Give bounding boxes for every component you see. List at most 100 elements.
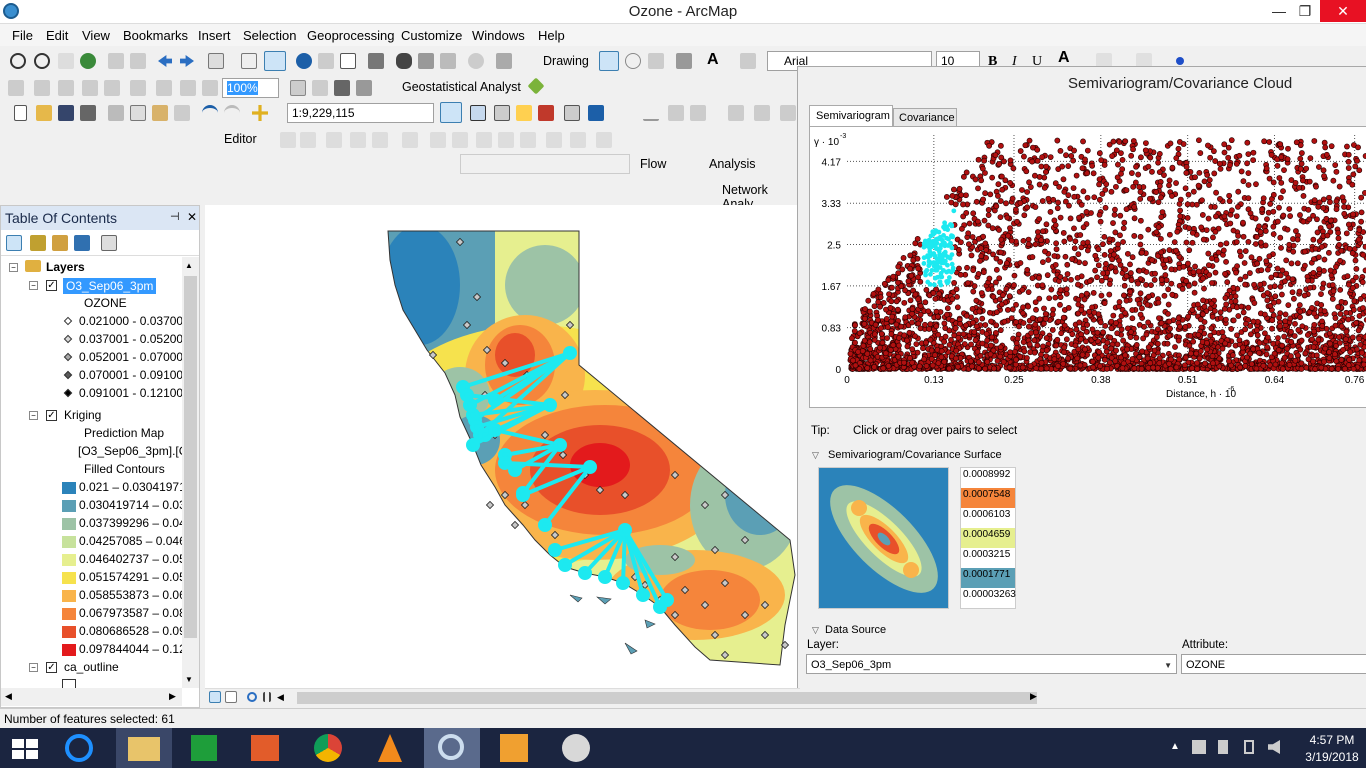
drawing-select-button[interactable] xyxy=(599,51,619,71)
point-tool-icon[interactable] xyxy=(402,132,418,148)
taskbar-presentation[interactable] xyxy=(237,728,293,768)
layout-forward-icon[interactable] xyxy=(202,80,218,96)
straight-segment-icon[interactable] xyxy=(668,105,684,121)
add-data-icon[interactable] xyxy=(252,105,268,121)
kriging-collapse-toggle[interactable]: − xyxy=(29,411,38,420)
back-icon[interactable] xyxy=(158,55,172,67)
split-tool-icon[interactable] xyxy=(728,105,744,121)
taskbar-vlc[interactable] xyxy=(362,728,418,768)
datasource-collapse-icon[interactable]: ▽ xyxy=(812,625,819,636)
identify-icon[interactable] xyxy=(296,53,312,69)
attributes-window-icon[interactable] xyxy=(546,132,562,148)
create-features-icon[interactable] xyxy=(596,132,612,148)
catalog-window-icon[interactable] xyxy=(494,105,510,121)
taskbar-google-earth-pro[interactable] xyxy=(548,728,604,768)
pause-drawing-icon[interactable] xyxy=(263,692,271,702)
toc-close-button[interactable]: ✕ xyxy=(187,210,197,224)
text-tool-button[interactable]: A xyxy=(707,51,719,69)
map-scroll-left-icon[interactable]: ◀ xyxy=(277,692,284,703)
end-point-arc-icon[interactable] xyxy=(350,132,366,148)
ca-outline-checkbox[interactable]: ✓ xyxy=(46,662,57,673)
menu-selection[interactable]: Selection xyxy=(243,28,296,43)
select-elements-button[interactable] xyxy=(264,51,286,71)
toc-scroll-thumb[interactable] xyxy=(184,276,197,638)
tab-semivariogram[interactable]: Semivariogram xyxy=(809,105,893,127)
station-point[interactable] xyxy=(485,500,495,510)
drawing-menu[interactable]: Drawing xyxy=(543,54,589,68)
measure-icon[interactable] xyxy=(368,53,384,69)
go-to-xy-icon[interactable] xyxy=(440,53,456,69)
data-driven-pages-icon[interactable] xyxy=(356,80,372,96)
map-view[interactable] xyxy=(205,205,800,688)
trace-tool-icon[interactable] xyxy=(372,132,388,148)
station-point[interactable] xyxy=(510,520,520,530)
editor-menu[interactable]: Editor xyxy=(224,132,257,146)
data-view-icon[interactable] xyxy=(209,691,221,703)
taskbar-internet-explorer[interactable] xyxy=(52,728,108,768)
fixed-zoom-in-icon[interactable] xyxy=(108,53,124,69)
modelbuilder-icon[interactable] xyxy=(588,105,604,121)
copy-icon[interactable] xyxy=(130,105,146,121)
save-icon[interactable] xyxy=(58,105,74,121)
start-button[interactable] xyxy=(12,739,38,759)
edit-tool-icon[interactable] xyxy=(280,132,296,148)
full-extent-icon[interactable] xyxy=(80,53,96,69)
menu-edit[interactable]: Edit xyxy=(46,28,68,43)
surface-collapse-icon[interactable]: ▽ xyxy=(812,450,819,461)
open-icon[interactable] xyxy=(36,105,52,121)
html-popup-icon[interactable] xyxy=(340,53,356,69)
map-scroll-right-icon[interactable]: ▶ xyxy=(1030,691,1037,702)
layout-view-icon[interactable] xyxy=(225,691,237,703)
zoom-in-icon[interactable] xyxy=(10,53,26,69)
geostat-wizard-icon[interactable] xyxy=(527,77,545,95)
ca-outline-collapse-toggle[interactable]: − xyxy=(29,663,38,672)
toc-options-icon[interactable] xyxy=(101,235,117,251)
list-by-visibility-icon[interactable] xyxy=(52,235,68,251)
surface-map[interactable] xyxy=(818,467,949,609)
menu-customize[interactable]: Customize xyxy=(401,28,462,43)
editor-toolbar-icon[interactable] xyxy=(440,102,462,123)
tray-battery-icon[interactable] xyxy=(1244,740,1254,754)
restore-button[interactable]: ❐ xyxy=(1288,0,1322,22)
zoom-whole-page-icon[interactable] xyxy=(648,53,664,69)
toggle-draft-icon[interactable] xyxy=(290,80,306,96)
tray-network-icon[interactable] xyxy=(1192,740,1206,754)
menu-geoprocessing[interactable]: Geoprocessing xyxy=(307,28,394,43)
change-layout-icon[interactable] xyxy=(334,80,350,96)
ca-outline-layer-name[interactable]: ca_outline xyxy=(64,660,119,674)
menu-help[interactable]: Help xyxy=(538,28,565,43)
menu-bookmarks[interactable]: Bookmarks xyxy=(123,28,188,43)
analysis-menu[interactable]: Analysis xyxy=(709,157,756,171)
focus-data-frame-icon[interactable] xyxy=(312,80,328,96)
list-by-source-icon[interactable] xyxy=(30,235,46,251)
ozone-layer-collapse-toggle[interactable]: − xyxy=(29,281,38,290)
semivariogram-chart[interactable]: 4.17 3.33 2.5 1.67 0.83 0 0.13 0.25 0.38 0.51 0.64… xyxy=(810,127,1366,409)
edit-vertices-icon[interactable] xyxy=(740,53,756,69)
find-icon[interactable] xyxy=(396,53,412,69)
scroll-down-icon[interactable]: ▼ xyxy=(185,675,193,684)
tray-flag-icon[interactable] xyxy=(1218,740,1228,754)
taskbar-arcmap[interactable] xyxy=(424,728,480,768)
edit-annotation-icon[interactable] xyxy=(300,132,316,148)
rotate-feature-icon[interactable] xyxy=(520,132,536,148)
undo-icon[interactable] xyxy=(202,105,218,121)
layout-in-icon[interactable] xyxy=(130,80,146,96)
zoom-out-icon[interactable] xyxy=(34,53,50,69)
layout-back-icon[interactable] xyxy=(180,80,196,96)
zoom-page-icon[interactable] xyxy=(104,80,120,96)
menu-file[interactable]: File xyxy=(12,28,33,43)
attribute-dropdown[interactable]: OZONE xyxy=(1181,654,1366,674)
tray-clock[interactable]: 4:57 PM 3/19/2018 xyxy=(1302,733,1362,764)
toc-horizontal-scrollbar[interactable]: ◀ ▶ xyxy=(1,688,182,706)
toc-vertical-scrollbar[interactable]: ▲ ▼ xyxy=(182,257,199,688)
taskbar-pdf[interactable] xyxy=(486,728,542,768)
close-button[interactable]: ✕ xyxy=(1320,0,1366,22)
taskbar-file-explorer[interactable] xyxy=(116,728,172,768)
rotate-icon[interactable] xyxy=(625,53,641,69)
fixed-zoom-out-icon[interactable] xyxy=(130,53,146,69)
geostatistical-analyst-menu[interactable]: Geostatistical Analyst xyxy=(402,80,521,94)
create-viewer-icon[interactable] xyxy=(496,53,512,69)
layer-dropdown-arrow-icon[interactable]: ▼ xyxy=(1164,659,1172,673)
layout-zoom-out-icon[interactable] xyxy=(34,80,50,96)
network-dataset-dropdown[interactable] xyxy=(460,154,630,174)
